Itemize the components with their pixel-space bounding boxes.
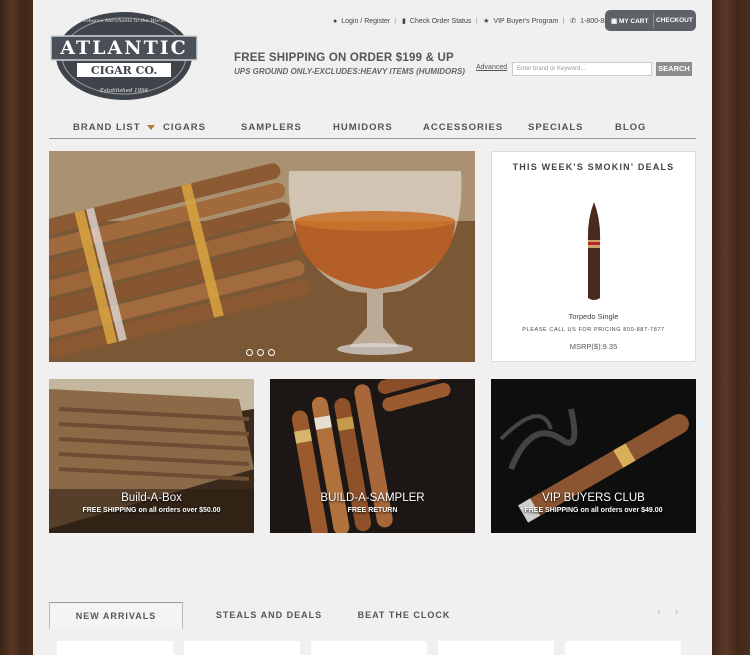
tile-subtitle: FREE SHIPPING on all orders over $50.00 [82,507,221,514]
nav-item-accessories[interactable]: ACCESSORIES [423,122,503,133]
checkout-button[interactable]: CHECKOUT [656,17,693,24]
nav-item-blog[interactable]: BLOG [615,122,646,133]
chevron-right-icon[interactable]: › [675,606,679,618]
tile-title: Build-A-Box [121,492,182,504]
search-input[interactable]: Enter brand or Keyword... [512,62,652,76]
product-card[interactable] [57,641,173,655]
product-tabs: NEW ARRIVALS STEALS AND DEALS BEAT THE C… [49,602,696,632]
product-card[interactable] [565,641,681,655]
weekly-deals-panel: THIS WEEK'S SMOKIN' DEALS Torpedo Single… [491,151,696,362]
hero-image [49,151,475,362]
tile-build-a-box[interactable]: Build-A-Box FREE SHIPPING on all orders … [49,379,254,533]
logo-arc-top: Tobacco Merchants to the World [83,18,166,24]
vip-icon: ★ [483,18,490,25]
main-nav: BRAND LIST CIGARS SAMPLERS HUMIDORS ACCE… [49,116,696,139]
cart-divider [653,13,654,28]
document-icon: ▮ [402,18,406,25]
nav-item-specials[interactable]: SPECIALS [528,122,584,133]
tab-new-arrivals[interactable]: NEW ARRIVALS [49,602,183,629]
advanced-search-link[interactable]: Advanced [476,64,507,71]
nav-label: BRAND LIST [73,122,141,133]
deal-msrp: MSRP($):9.35 [569,342,618,351]
login-link[interactable]: Login / Register [341,18,390,25]
hero-slider[interactable] [49,151,475,362]
tile-vip-buyers-club[interactable]: VIP BUYERS CLUB FREE SHIPPING on all ord… [491,379,696,533]
slider-dots [246,343,279,361]
deal-product-name[interactable]: Torpedo Single [492,312,695,321]
top-links: ● Login / Register | ▮ Check Order Status | … [333,17,634,25]
tile-subtitle: FREE RETURN [347,507,398,514]
site-logo[interactable]: ATLANTIC CIGAR CO. Tobacco Merchants to … [49,8,199,104]
slider-dot[interactable] [246,349,253,356]
cigar-product-image[interactable] [584,202,604,302]
tile-title: BUILD-A-SAMPLER [320,492,425,504]
logo-sub-text: CIGAR CO. [91,64,157,77]
nav-item-brand-list[interactable]: BRAND LIST [73,122,155,133]
background-wood-right [712,0,750,655]
chevron-down-icon [146,124,155,130]
product-card[interactable] [311,641,427,655]
my-cart-label: MY CART [618,18,649,25]
vip-link[interactable]: VIP Buyer's Program [493,18,558,25]
carousel-arrows: ‹ › [657,606,692,618]
nav-item-samplers[interactable]: SAMPLERS [241,122,302,133]
cart-widget: ▣ MY CART CHECKOUT [605,10,696,31]
chevron-left-icon[interactable]: ‹ [657,606,661,618]
search-button[interactable]: SEARCH [656,62,692,76]
product-card[interactable] [438,641,554,655]
tab-beat-the-clock[interactable]: BEAT THE CLOCK [344,602,464,628]
shipping-headline: FREE SHIPPING ON ORDER $199 & UP [234,52,454,64]
logo-arc-bottom: Established 1994 [99,88,149,94]
deals-title: THIS WEEK'S SMOKIN' DEALS [512,162,675,172]
tile-build-a-sampler[interactable]: BUILD-A-SAMPLER FREE RETURN [270,379,475,533]
phone-icon: ✆ [570,18,577,25]
my-cart-button[interactable]: ▣ MY CART [611,17,648,25]
slider-dot[interactable] [268,349,275,356]
tile-title: VIP BUYERS CLUB [542,492,645,504]
nav-item-humidors[interactable]: HUMIDORS [333,122,393,133]
page: ATLANTIC CIGAR CO. Tobacco Merchants to … [33,0,712,655]
user-icon: ● [333,18,338,25]
shipping-note: UPS GROUND ONLY-EXCLUDES:HEAVY ITEMS (HU… [234,67,465,76]
product-card[interactable] [184,641,300,655]
logo-main-text: ATLANTIC [59,37,187,59]
cart-icon: ▣ [611,18,619,25]
deal-call-pricing: PLEASE CALL US FOR PRICING 800-887-7877 [522,327,665,333]
slider-dot[interactable] [257,349,264,356]
tile-subtitle: FREE SHIPPING on all orders over $49.00 [524,507,663,514]
tab-steals-and-deals[interactable]: STEALS AND DEALS [204,602,334,628]
order-status-link[interactable]: Check Order Status [410,18,471,25]
nav-item-cigars[interactable]: CIGARS [163,122,206,133]
